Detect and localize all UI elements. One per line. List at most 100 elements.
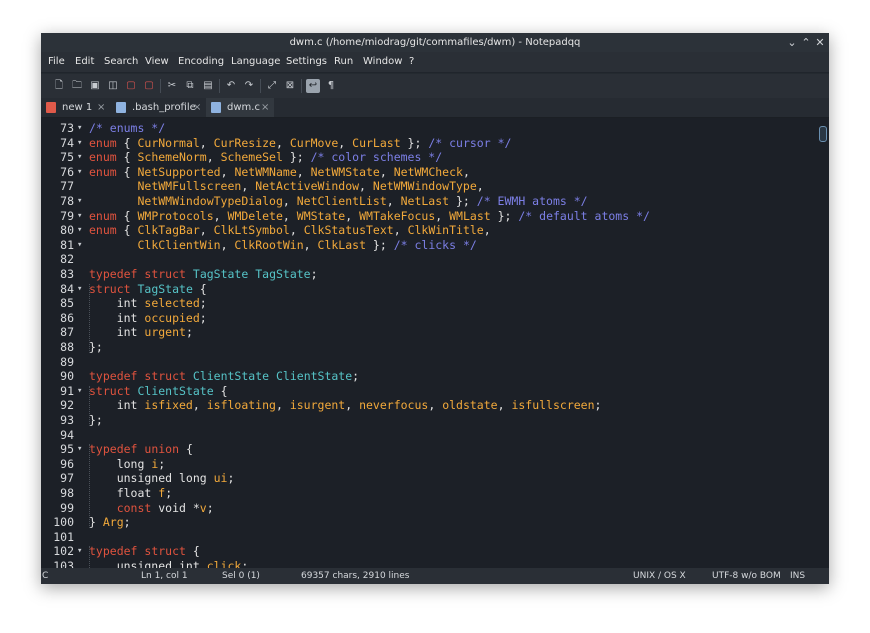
menu-language[interactable]: Language	[231, 52, 280, 72]
close-file-icon[interactable]: ▢	[124, 79, 138, 93]
code-line[interactable]: typedef struct {	[89, 544, 200, 559]
menu-file[interactable]: File	[48, 52, 65, 72]
fold-marker-icon[interactable]: ▾	[77, 442, 85, 457]
code-token: selected	[144, 296, 200, 311]
tab-close-icon[interactable]: ×	[97, 98, 105, 117]
code-token: struct	[144, 267, 186, 281]
code-line[interactable]: typedef union {	[89, 442, 193, 457]
new-file-icon[interactable]: 🗋	[52, 79, 66, 93]
menu-settings[interactable]: Settings	[286, 52, 327, 72]
code-line[interactable]: };	[89, 340, 103, 355]
fold-marker-icon[interactable]: ▾	[77, 282, 85, 297]
code-token: ClkLtSymbol	[213, 223, 290, 238]
code-token: SchemeNorm	[137, 150, 207, 165]
code-line[interactable]: int occupied;	[89, 311, 207, 326]
code-line[interactable]: enum { ClkTagBar, ClkLtSymbol, ClkStatus…	[89, 223, 491, 238]
code-line[interactable]: enum { NetSupported, NetWMName, NetWMSta…	[89, 165, 470, 180]
fold-marker-icon[interactable]: ▾	[77, 165, 85, 180]
fold-marker-icon[interactable]: ▾	[77, 544, 85, 559]
code-line[interactable]: };	[89, 413, 103, 428]
code-line[interactable]: /* enums */	[89, 121, 165, 136]
menu-view[interactable]: View	[145, 52, 169, 72]
code-token: ,	[199, 135, 214, 150]
code-token: ,	[483, 223, 491, 238]
code-line[interactable]: NetWMFullscreen, NetActiveWindow, NetWMW…	[89, 179, 483, 194]
code-token: typedef	[89, 544, 138, 559]
code-token: NetActiveWindow	[255, 179, 360, 194]
code-line[interactable]: unsigned long ui;	[89, 471, 235, 486]
language-indicator[interactable]: C	[42, 568, 48, 584]
tab-new-1[interactable]: new 1 ×	[41, 98, 111, 117]
code-token: click	[206, 559, 242, 568]
menu-encoding[interactable]: Encoding	[178, 52, 224, 72]
code-area[interactable]: /* enums */enum { CurNormal, CurResize, …	[89, 118, 815, 568]
fold-marker-icon[interactable]: ▾	[77, 384, 85, 399]
menu-edit[interactable]: Edit	[75, 52, 94, 72]
copy-icon[interactable]: ⧉	[183, 79, 197, 93]
close-all-icon[interactable]: ▢	[142, 79, 156, 93]
code-line[interactable]: enum { SchemeNorm, SchemeSel }; /* color…	[89, 150, 442, 165]
minimize-icon[interactable]: ⌄	[785, 33, 799, 52]
code-line[interactable]: unsigned int click;	[89, 559, 249, 568]
code-token: unsigned int	[89, 559, 207, 568]
maximize-icon[interactable]: ⌃	[799, 33, 813, 52]
code-token: ClkLast	[317, 237, 366, 252]
fold-marker-icon[interactable]: ▾	[77, 223, 85, 238]
menu-search[interactable]: Search	[104, 52, 138, 72]
fold-marker-icon[interactable]: ▾	[77, 194, 85, 209]
code-line[interactable]: typedef struct TagState TagState;	[89, 267, 318, 282]
code-line[interactable]: int isfixed, isfloating, isurgent, never…	[89, 398, 602, 413]
undo-icon[interactable]: ↶	[224, 79, 238, 93]
code-token: WMProtocols	[137, 208, 214, 223]
scrollbar-thumb[interactable]	[819, 126, 827, 142]
code-line[interactable]: float f;	[89, 486, 172, 501]
menu-window[interactable]: Window	[363, 52, 402, 72]
encoding-indicator[interactable]: UTF-8 w/o BOM	[712, 568, 781, 584]
tab-dwm-c[interactable]: dwm.c ×	[206, 98, 274, 117]
title-bar[interactable]: dwm.c (/home/miodrag/git/commafiles/dwm)…	[41, 33, 829, 52]
vertical-scrollbar[interactable]	[815, 118, 829, 568]
file-icon	[211, 102, 221, 113]
cut-icon[interactable]: ✂	[165, 79, 179, 93]
code-line[interactable]: int selected;	[89, 296, 207, 311]
menu-run[interactable]: Run	[334, 52, 353, 72]
code-line[interactable]: struct TagState {	[89, 282, 207, 297]
code-line[interactable]: NetWMWindowTypeDialog, NetClientList, Ne…	[89, 194, 587, 209]
code-line[interactable]: } Arg;	[89, 515, 131, 530]
zoom-out-icon[interactable]: ⊠	[283, 79, 297, 93]
code-line[interactable]: struct ClientState {	[89, 384, 228, 399]
save-icon[interactable]: ▣	[88, 79, 102, 93]
fold-marker-icon[interactable]: ▾	[77, 121, 85, 136]
tab-close-icon[interactable]: ×	[261, 98, 269, 117]
menu-help[interactable]: ?	[409, 52, 414, 72]
fold-marker-icon[interactable]: ▾	[77, 136, 85, 151]
zoom-in-icon[interactable]: ⤢	[265, 79, 279, 93]
close-window-icon[interactable]: ✕	[813, 33, 827, 52]
code-token: enum	[89, 135, 117, 150]
show-all-chars-icon[interactable]: ¶	[324, 79, 338, 93]
fold-marker-icon[interactable]: ▾	[77, 209, 85, 224]
line-ending[interactable]: UNIX / OS X	[633, 568, 686, 584]
code-line[interactable]: typedef struct ClientState ClientState;	[89, 369, 359, 384]
code-editor[interactable]: 73 ▾ 74 ▾ 75 ▾ 76 ▾ 77 78 ▾ 79 ▾ 80 ▾ 81 ▾ 82 83 84 ▾ 85 86 87 8…	[41, 118, 829, 568]
open-file-icon[interactable]: 🗀	[70, 79, 84, 93]
tab-close-icon[interactable]: ×	[193, 98, 201, 117]
tab-bash-profile[interactable]: .bash_profile ×	[111, 98, 206, 117]
save-all-icon[interactable]: ◫	[106, 79, 120, 93]
code-line[interactable]: ClkClientWin, ClkRootWin, ClkLast }; /* …	[89, 237, 476, 253]
fold-marker-icon[interactable]: ▾	[77, 150, 85, 165]
fold-marker-icon[interactable]: ▾	[77, 238, 85, 253]
code-line[interactable]: int urgent;	[89, 325, 193, 340]
code-token: SchemeSel	[220, 150, 283, 165]
code-token: oldstate	[442, 398, 498, 413]
code-line[interactable]: enum { CurNormal, CurResize, CurMove, Cu…	[89, 136, 511, 151]
code-line[interactable]: enum { WMProtocols, WMDelete, WMState, W…	[89, 209, 650, 224]
paste-icon[interactable]: ▤	[201, 79, 215, 93]
redo-icon[interactable]: ↷	[242, 79, 256, 93]
code-token: ;	[206, 500, 214, 515]
code-line[interactable]: long i;	[89, 457, 166, 472]
code-line[interactable]: const void *v;	[89, 501, 214, 516]
code-token: float	[89, 486, 159, 500]
word-wrap-icon[interactable]: ↩	[306, 79, 320, 93]
